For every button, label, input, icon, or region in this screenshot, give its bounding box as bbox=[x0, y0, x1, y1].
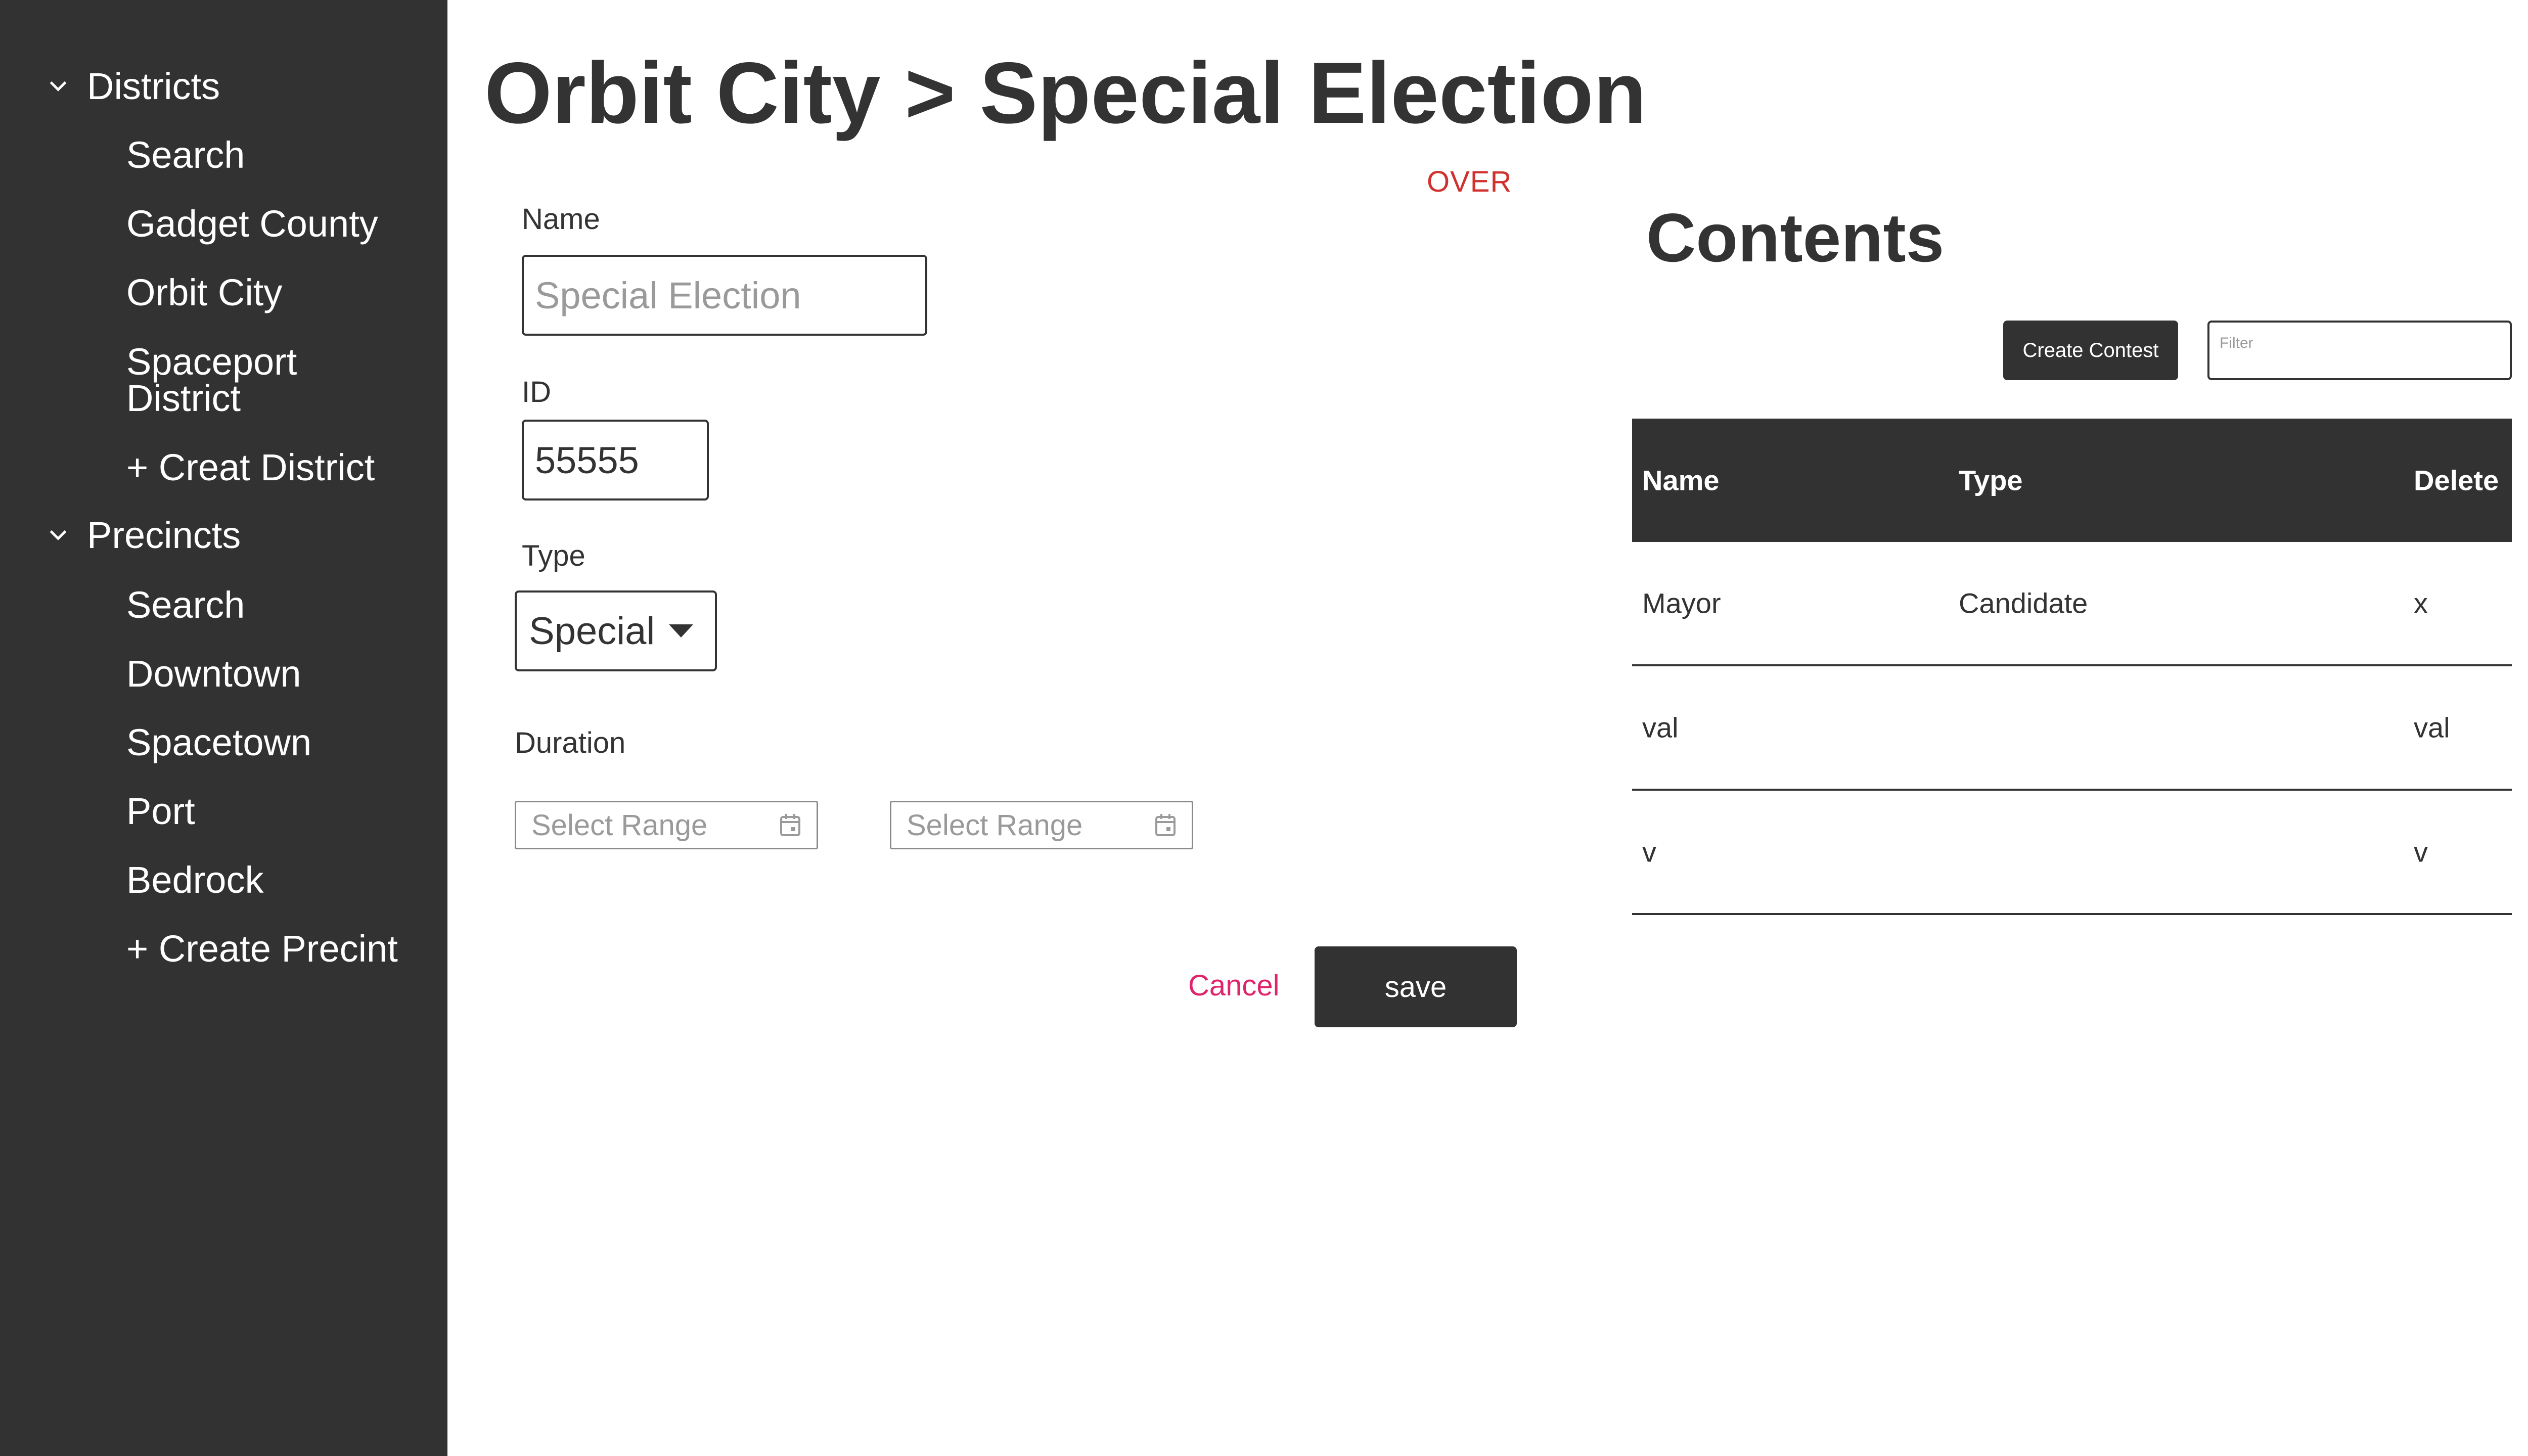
sidebar-item-district-search[interactable]: Search bbox=[126, 136, 245, 174]
column-header-delete[interactable]: Delete bbox=[2414, 464, 2499, 497]
calendar-icon bbox=[780, 814, 800, 836]
table-row[interactable]: v v bbox=[1632, 791, 2512, 915]
sidebar-group-precincts[interactable]: Precincts bbox=[46, 517, 241, 554]
create-district-link[interactable]: + Creat District bbox=[126, 449, 375, 486]
start-date-placeholder: Select Range bbox=[531, 808, 708, 842]
row-name-cell: val bbox=[1642, 711, 1679, 744]
table-row[interactable]: Mayor Candidate x bbox=[1632, 542, 2512, 666]
name-label: Name bbox=[522, 203, 600, 236]
cancel-button[interactable]: Cancel bbox=[1188, 969, 1280, 1003]
row-delete-button[interactable]: val bbox=[2414, 711, 2450, 744]
type-label: Type bbox=[522, 539, 585, 572]
sidebar-item-port[interactable]: Port bbox=[126, 793, 195, 830]
sidebar-item-bedrock[interactable]: Bedrock bbox=[126, 861, 263, 899]
sidebar-group-label: Districts bbox=[87, 65, 220, 107]
chevron-down-icon[interactable] bbox=[46, 74, 71, 99]
name-input[interactable] bbox=[522, 255, 927, 336]
row-name-cell: v bbox=[1642, 836, 1656, 868]
contents-table: Name Type Delete Mayor Candidate x val v… bbox=[1632, 419, 2512, 915]
table-header: Name Type Delete bbox=[1632, 419, 2512, 542]
start-date-picker[interactable]: Select Range bbox=[515, 801, 818, 849]
save-button[interactable]: save bbox=[1315, 946, 1517, 1027]
type-select[interactable]: Special bbox=[515, 590, 717, 671]
sidebar-item-precinct-search[interactable]: Search bbox=[126, 586, 245, 624]
sidebar-group-label: Precincts bbox=[87, 514, 241, 556]
row-name-cell: Mayor bbox=[1642, 587, 1721, 619]
contents-title: Contents bbox=[1646, 199, 1945, 276]
column-header-name[interactable]: Name bbox=[1642, 464, 1720, 497]
sidebar-item-gadget-county[interactable]: Gadget County bbox=[126, 205, 378, 243]
sidebar-item-downtown[interactable]: Downtown bbox=[126, 655, 301, 693]
type-select-value: Special bbox=[529, 609, 655, 653]
page-title: Orbit City > Special Election bbox=[484, 44, 1647, 142]
end-date-placeholder: Select Range bbox=[907, 808, 1083, 842]
sidebar-item-spaceport-district[interactable]: Spaceport District bbox=[126, 343, 410, 417]
end-date-picker[interactable]: Select Range bbox=[890, 801, 1193, 849]
row-delete-button[interactable]: v bbox=[2414, 836, 2428, 869]
id-label: ID bbox=[522, 376, 551, 408]
row-type-cell: Candidate bbox=[1959, 587, 2088, 619]
sidebar-group-districts[interactable]: Districts bbox=[46, 68, 220, 105]
filter-field: Filter bbox=[2207, 321, 2512, 380]
caret-down-icon bbox=[669, 624, 694, 638]
chevron-down-icon[interactable] bbox=[46, 523, 71, 548]
create-contest-button[interactable]: Create Contest bbox=[2003, 321, 2178, 380]
sidebar: Districts Search Gadget County Orbit Cit… bbox=[0, 0, 447, 1456]
calendar-icon bbox=[1155, 814, 1176, 836]
create-precinct-link[interactable]: + Create Precint bbox=[126, 930, 398, 968]
duration-label: Duration bbox=[515, 726, 626, 759]
filter-input[interactable] bbox=[2207, 321, 2512, 380]
status-label: OVER bbox=[1427, 165, 1512, 198]
table-row[interactable]: val val bbox=[1632, 666, 2512, 791]
sidebar-item-spacetown[interactable]: Spacetown bbox=[126, 724, 311, 761]
column-header-type[interactable]: Type bbox=[1959, 464, 2023, 497]
sidebar-item-orbit-city[interactable]: Orbit City bbox=[126, 274, 282, 311]
row-delete-button[interactable]: x bbox=[2414, 587, 2428, 620]
id-input[interactable] bbox=[522, 420, 709, 500]
